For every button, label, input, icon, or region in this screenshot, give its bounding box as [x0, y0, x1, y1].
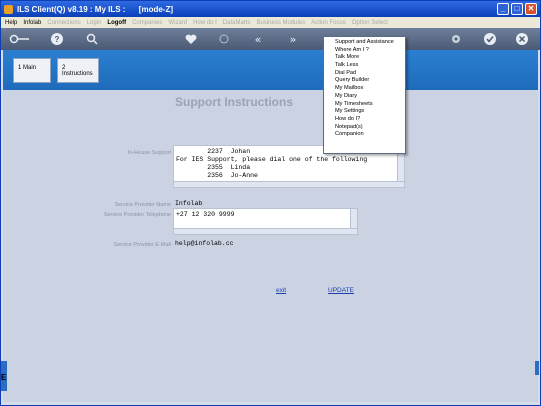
update-link[interactable]: UPDATE [328, 287, 354, 294]
title-bar: ILS Client(Q) v8.19 : My ILS : [mode-Z] … [1, 1, 540, 17]
menu-logoff[interactable]: Logoff [107, 20, 126, 26]
menu-item-notepads[interactable]: Notepad(s) [324, 124, 405, 132]
menu-companies[interactable]: Companies [132, 20, 162, 26]
main-panel: Support Instructions In-House Support 22… [3, 90, 538, 402]
gear-icon[interactable] [449, 32, 463, 46]
provider-name-label: Service Provider Name [114, 202, 171, 208]
menu-item-query-builder[interactable]: Query Builder [324, 77, 405, 85]
menu-item-my-timesheets[interactable]: My Timesheets [324, 101, 405, 109]
menu-item-my-settings[interactable]: My Settings [324, 108, 405, 116]
refresh-icon[interactable] [217, 32, 231, 46]
page-title: Support Instructions [175, 95, 293, 109]
close-icon[interactable] [515, 32, 529, 46]
menu-bar: Help Infolab Connections Login Logoff Co… [1, 17, 540, 28]
minimize-button[interactable]: _ [497, 3, 509, 15]
horizontal-scrollbar[interactable] [174, 228, 357, 234]
menu-item-where-am-i[interactable]: Where Am I ? [324, 47, 405, 55]
menu-option-select[interactable]: Option Select [352, 20, 388, 26]
tab-instructions-label: 2 Instructions [62, 65, 93, 77]
toolbar: ? « » [1, 28, 540, 50]
menu-action-focus[interactable]: Action Focus [311, 20, 346, 26]
search-icon[interactable] [85, 32, 99, 46]
tab-instructions[interactable]: 2 Instructions [57, 58, 99, 83]
exit-link[interactable]: exit [276, 287, 286, 294]
menu-item-dial-pad[interactable]: Dial Pad [324, 70, 405, 78]
left-side-tab-label: E [1, 373, 7, 382]
window-title: ILS Client(Q) v8.19 : My ILS : [mode-Z] [17, 4, 174, 14]
provider-email-value: help@infolab.cc [175, 240, 234, 247]
svg-text:?: ? [55, 35, 60, 44]
svg-text:«: « [255, 33, 262, 46]
provider-phone-textarea[interactable]: +27 12 320 9999 [173, 208, 358, 235]
rewind-icon[interactable]: « [251, 32, 265, 46]
menu-item-how-do-i[interactable]: How do I? [324, 116, 405, 124]
help-icon[interactable]: ? [50, 32, 64, 46]
tab-strip: 1 Main 2 Instructions [3, 50, 538, 90]
key-icon[interactable] [9, 32, 31, 46]
close-button[interactable]: ✕ [525, 3, 537, 15]
tab-main-label: 1 Main [18, 65, 37, 71]
app-window: ILS Client(Q) v8.19 : My ILS : [mode-Z] … [0, 0, 541, 406]
menu-login[interactable]: Login [87, 20, 102, 26]
in-house-support-label: In-House Support [127, 150, 171, 156]
heart-icon[interactable] [184, 32, 198, 46]
menu-item-companion[interactable]: Companion [324, 131, 405, 139]
provider-phone-value: +27 12 320 9999 [176, 211, 235, 218]
support-dropdown-menu: Support and Assistance Where Am I ? Talk… [323, 36, 406, 154]
menu-item-talk-more[interactable]: Talk More [324, 54, 405, 62]
app-icon [4, 4, 13, 14]
tab-main[interactable]: 1 Main [13, 58, 51, 83]
menu-connections[interactable]: Connections [47, 20, 80, 26]
provider-phone-label: Service Provider Telephone [103, 212, 171, 218]
menu-wizard[interactable]: Wizard [168, 20, 187, 26]
forward-icon[interactable]: » [286, 32, 300, 46]
window-controls: _ □ ✕ [497, 3, 537, 15]
menu-item-talk-less[interactable]: Talk Less [324, 62, 405, 70]
check-icon[interactable] [483, 32, 497, 46]
menu-infolab[interactable]: Infolab [23, 20, 41, 26]
right-side-tab[interactable] [535, 361, 539, 375]
left-side-tab[interactable]: E [1, 361, 7, 391]
menu-item-support-and-assistance[interactable]: Support and Assistance [324, 39, 405, 47]
maximize-button[interactable]: □ [511, 3, 523, 15]
provider-email-label: Service Provider E-Mail [113, 242, 171, 248]
svg-text:»: » [290, 33, 297, 46]
menu-business-modules[interactable]: Business Modules [256, 20, 305, 26]
horizontal-scrollbar[interactable] [174, 181, 404, 187]
menu-item-my-mailbox[interactable]: My Mailbox [324, 85, 405, 93]
menu-item-my-diary[interactable]: My Diary [324, 93, 405, 101]
menu-how-do-i[interactable]: How do I [193, 20, 217, 26]
provider-name-value: Infolab [175, 200, 203, 207]
menu-datamarts[interactable]: DataMarts [223, 20, 251, 26]
menu-help[interactable]: Help [5, 20, 17, 26]
